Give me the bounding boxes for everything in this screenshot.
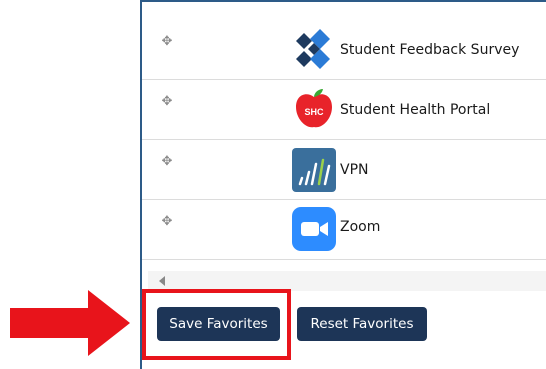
favorite-row[interactable]: ✥ SHC Student Health Portal [142,80,546,140]
favorite-label[interactable]: Student Health Portal [340,102,490,118]
favorite-label[interactable]: VPN [340,162,369,178]
drag-handle-icon[interactable]: ✥ [160,34,174,48]
pointer-arrow-icon [10,290,130,356]
favorite-row[interactable]: ✥ Student Feedback Survey [142,20,546,80]
drag-handle-icon[interactable]: ✥ [160,214,174,228]
highlight-box [142,289,291,360]
horizontal-scrollbar[interactable] [148,271,546,291]
drag-handle-icon[interactable]: ✥ [160,154,174,168]
shc-logo-text: SHC [304,107,324,117]
apple-shc-logo-icon: SHC [296,89,332,128]
favorite-label[interactable]: Zoom [340,219,380,235]
drag-handle-icon[interactable]: ✥ [160,94,174,108]
scroll-left-arrow-icon[interactable] [159,276,165,286]
zoom-camera-icon [292,207,336,251]
favorite-row[interactable]: ✥ VPN [142,140,546,200]
favorite-row[interactable]: ✥ Zoom [142,200,546,260]
favorite-label[interactable]: Student Feedback Survey [340,42,519,58]
vpn-logo-icon [292,148,336,192]
feedback-survey-logo-icon [296,29,330,69]
panel-top-border [142,0,546,2]
reset-favorites-button[interactable]: Reset Favorites [297,307,427,341]
